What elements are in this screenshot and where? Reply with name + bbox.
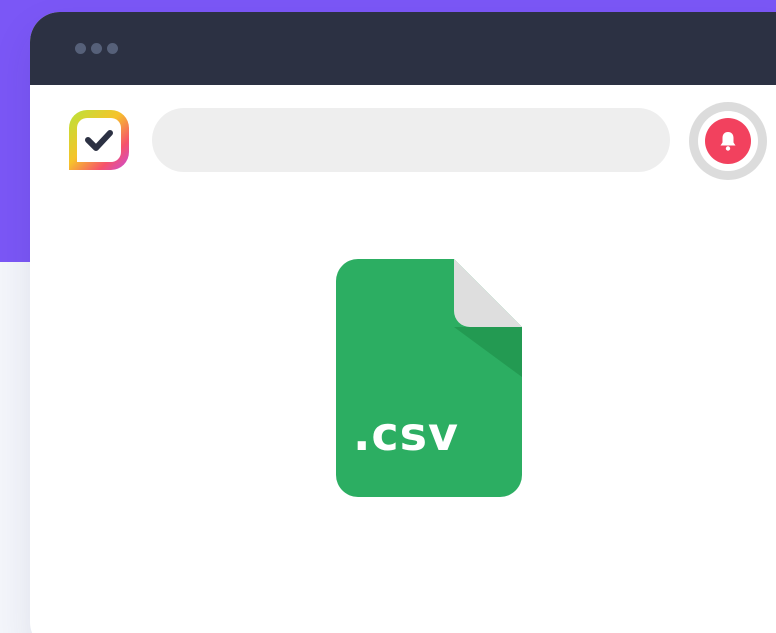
app-window: .csv: [30, 12, 776, 633]
window-dot-maximize[interactable]: [107, 43, 118, 54]
check-badge-icon[interactable]: [67, 108, 131, 172]
file-extension-label: .csv: [352, 407, 460, 461]
notification-button[interactable]: [689, 102, 767, 180]
title-bar: [30, 12, 776, 85]
file-csv-icon[interactable]: .csv: [336, 259, 522, 497]
notification-inner: [698, 111, 758, 171]
window-controls: [75, 43, 118, 54]
window-dot-minimize[interactable]: [91, 43, 102, 54]
window-dot-close[interactable]: [75, 43, 86, 54]
search-input[interactable]: [152, 108, 670, 172]
bell-icon: [705, 118, 751, 164]
